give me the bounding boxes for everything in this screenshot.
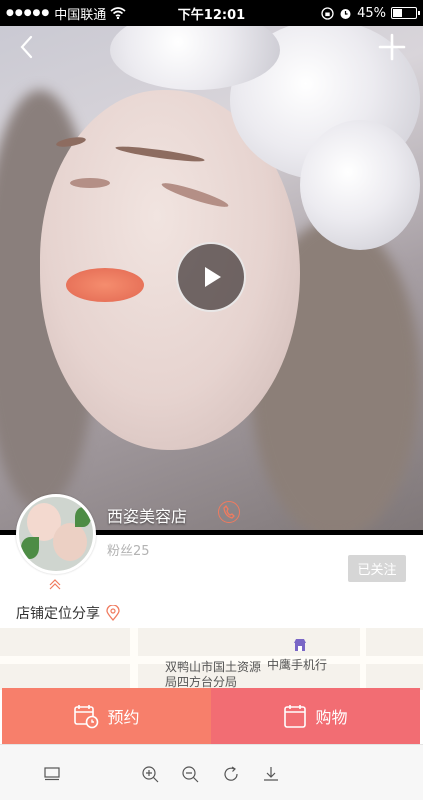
- fans-count: 粉丝25: [107, 544, 150, 559]
- expand-button[interactable]: [48, 576, 62, 590]
- map-label-phone-shop: 中鹰手机行: [267, 658, 328, 672]
- location-share[interactable]: 店铺定位分享: [16, 603, 120, 623]
- add-button[interactable]: [377, 32, 407, 62]
- wifi-icon: [110, 7, 126, 19]
- battery-icon: [391, 7, 420, 19]
- location-pin-icon: [106, 605, 120, 621]
- status-bar: ●●●●● 中国联通 下午12:01 45%: [0, 0, 423, 26]
- store-icon: [294, 639, 306, 651]
- back-button[interactable]: [12, 32, 42, 62]
- location-share-label: 店铺定位分享: [16, 606, 100, 622]
- shop-button[interactable]: 购物: [211, 688, 420, 744]
- alarm-icon: [340, 8, 351, 19]
- rotation-lock-icon: [321, 6, 334, 20]
- map-label-bureau: 双鸭山市国土资源局四方台分局: [165, 660, 262, 689]
- download-icon[interactable]: [262, 765, 280, 783]
- carrier-name: 中国联通: [54, 7, 107, 23]
- play-icon: [205, 267, 221, 287]
- browser-toolbar: [0, 744, 423, 800]
- calendar-icon: [284, 705, 307, 728]
- book-button[interactable]: 预约: [2, 688, 211, 744]
- zoom-in-icon[interactable]: [141, 765, 159, 783]
- layout-icon[interactable]: [43, 765, 61, 783]
- signal-strength: ●●●●●: [6, 8, 51, 18]
- play-video-button[interactable]: [176, 242, 246, 312]
- follow-button[interactable]: 已关注: [348, 555, 406, 582]
- shop-name: 西姿美容店: [107, 507, 188, 526]
- call-button[interactable]: [218, 501, 240, 523]
- calendar-clock-icon: [74, 705, 99, 729]
- battery-percent: 45%: [357, 5, 386, 21]
- shop-label: 购物: [315, 708, 348, 727]
- shop-avatar[interactable]: [16, 494, 96, 574]
- phone-icon: [223, 505, 235, 519]
- action-bar: 预约 购物: [2, 688, 420, 744]
- book-label: 预约: [107, 708, 140, 727]
- plus-icon: [378, 33, 406, 61]
- chevron-up-icon: [49, 579, 61, 590]
- app-screen: ●●●●● 中国联通 下午12:01 45% 西姿美容店 粉丝25 已关注 店铺…: [0, 0, 423, 800]
- zoom-out-icon[interactable]: [181, 765, 199, 783]
- refresh-icon[interactable]: [222, 765, 240, 783]
- chevron-left-icon: [20, 35, 33, 59]
